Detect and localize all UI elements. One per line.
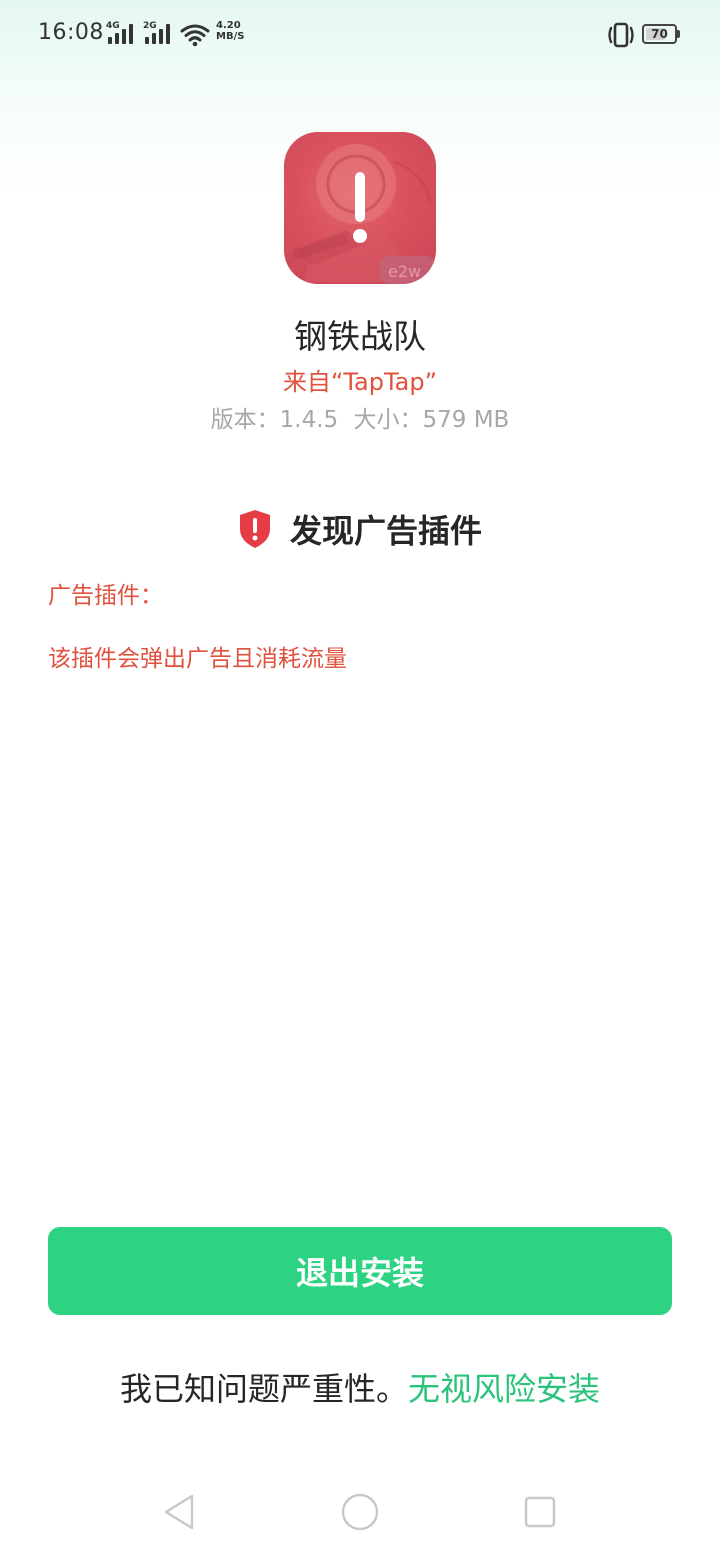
status-time: 16:08 xyxy=(38,20,104,45)
svg-text:e2w: e2w xyxy=(388,262,421,281)
app-version: 版本：1.4.5 xyxy=(210,407,339,433)
app-name: 钢铁战队 xyxy=(294,317,426,356)
battery-icon: 70 xyxy=(642,24,680,44)
ignore-risk-install-link[interactable]: 无视风险安装 xyxy=(408,1370,600,1408)
app-icon: e2w xyxy=(284,132,436,284)
app-size: 大小：579 MB xyxy=(353,407,510,433)
warning-title: 发现广告插件 xyxy=(289,512,482,550)
plugin-description: 该插件会弹出广告且消耗流量 xyxy=(48,646,347,672)
signal-icon: 2G xyxy=(143,22,175,46)
warning-header: 发现广告插件 xyxy=(0,506,720,552)
battery-level: 70 xyxy=(651,27,668,41)
net-speed: 4.20 MB/S xyxy=(216,20,244,42)
recents-icon[interactable] xyxy=(520,1492,560,1532)
net-speed-unit: MB/S xyxy=(216,31,245,42)
signal-type-label: 2G xyxy=(143,21,157,31)
vibrate-icon xyxy=(608,22,634,48)
acknowledge-text: 我已知问题严重性。 xyxy=(119,1370,408,1408)
signal-icon: 4G xyxy=(106,22,138,46)
exit-install-button[interactable]: 退出安装 xyxy=(48,1227,672,1315)
risk-acknowledge-row: 我已知问题严重性。无视风险安装 xyxy=(0,1364,720,1410)
app-meta: 版本：1.4.5 大小：579 MB xyxy=(0,400,720,434)
plugin-label: 广告插件： xyxy=(48,583,163,609)
home-icon[interactable] xyxy=(340,1492,380,1532)
status-bar: 16:08 4G 2G 4.20 MB/S 70 xyxy=(0,0,720,70)
navigation-bar xyxy=(0,1470,720,1560)
signal-type-label: 4G xyxy=(106,21,120,31)
shield-alert-icon xyxy=(239,510,270,548)
app-source: 来自“TapTap” xyxy=(282,368,438,396)
wifi-icon xyxy=(180,24,210,47)
net-speed-value: 4.20 xyxy=(216,20,241,31)
back-icon[interactable] xyxy=(160,1492,200,1532)
